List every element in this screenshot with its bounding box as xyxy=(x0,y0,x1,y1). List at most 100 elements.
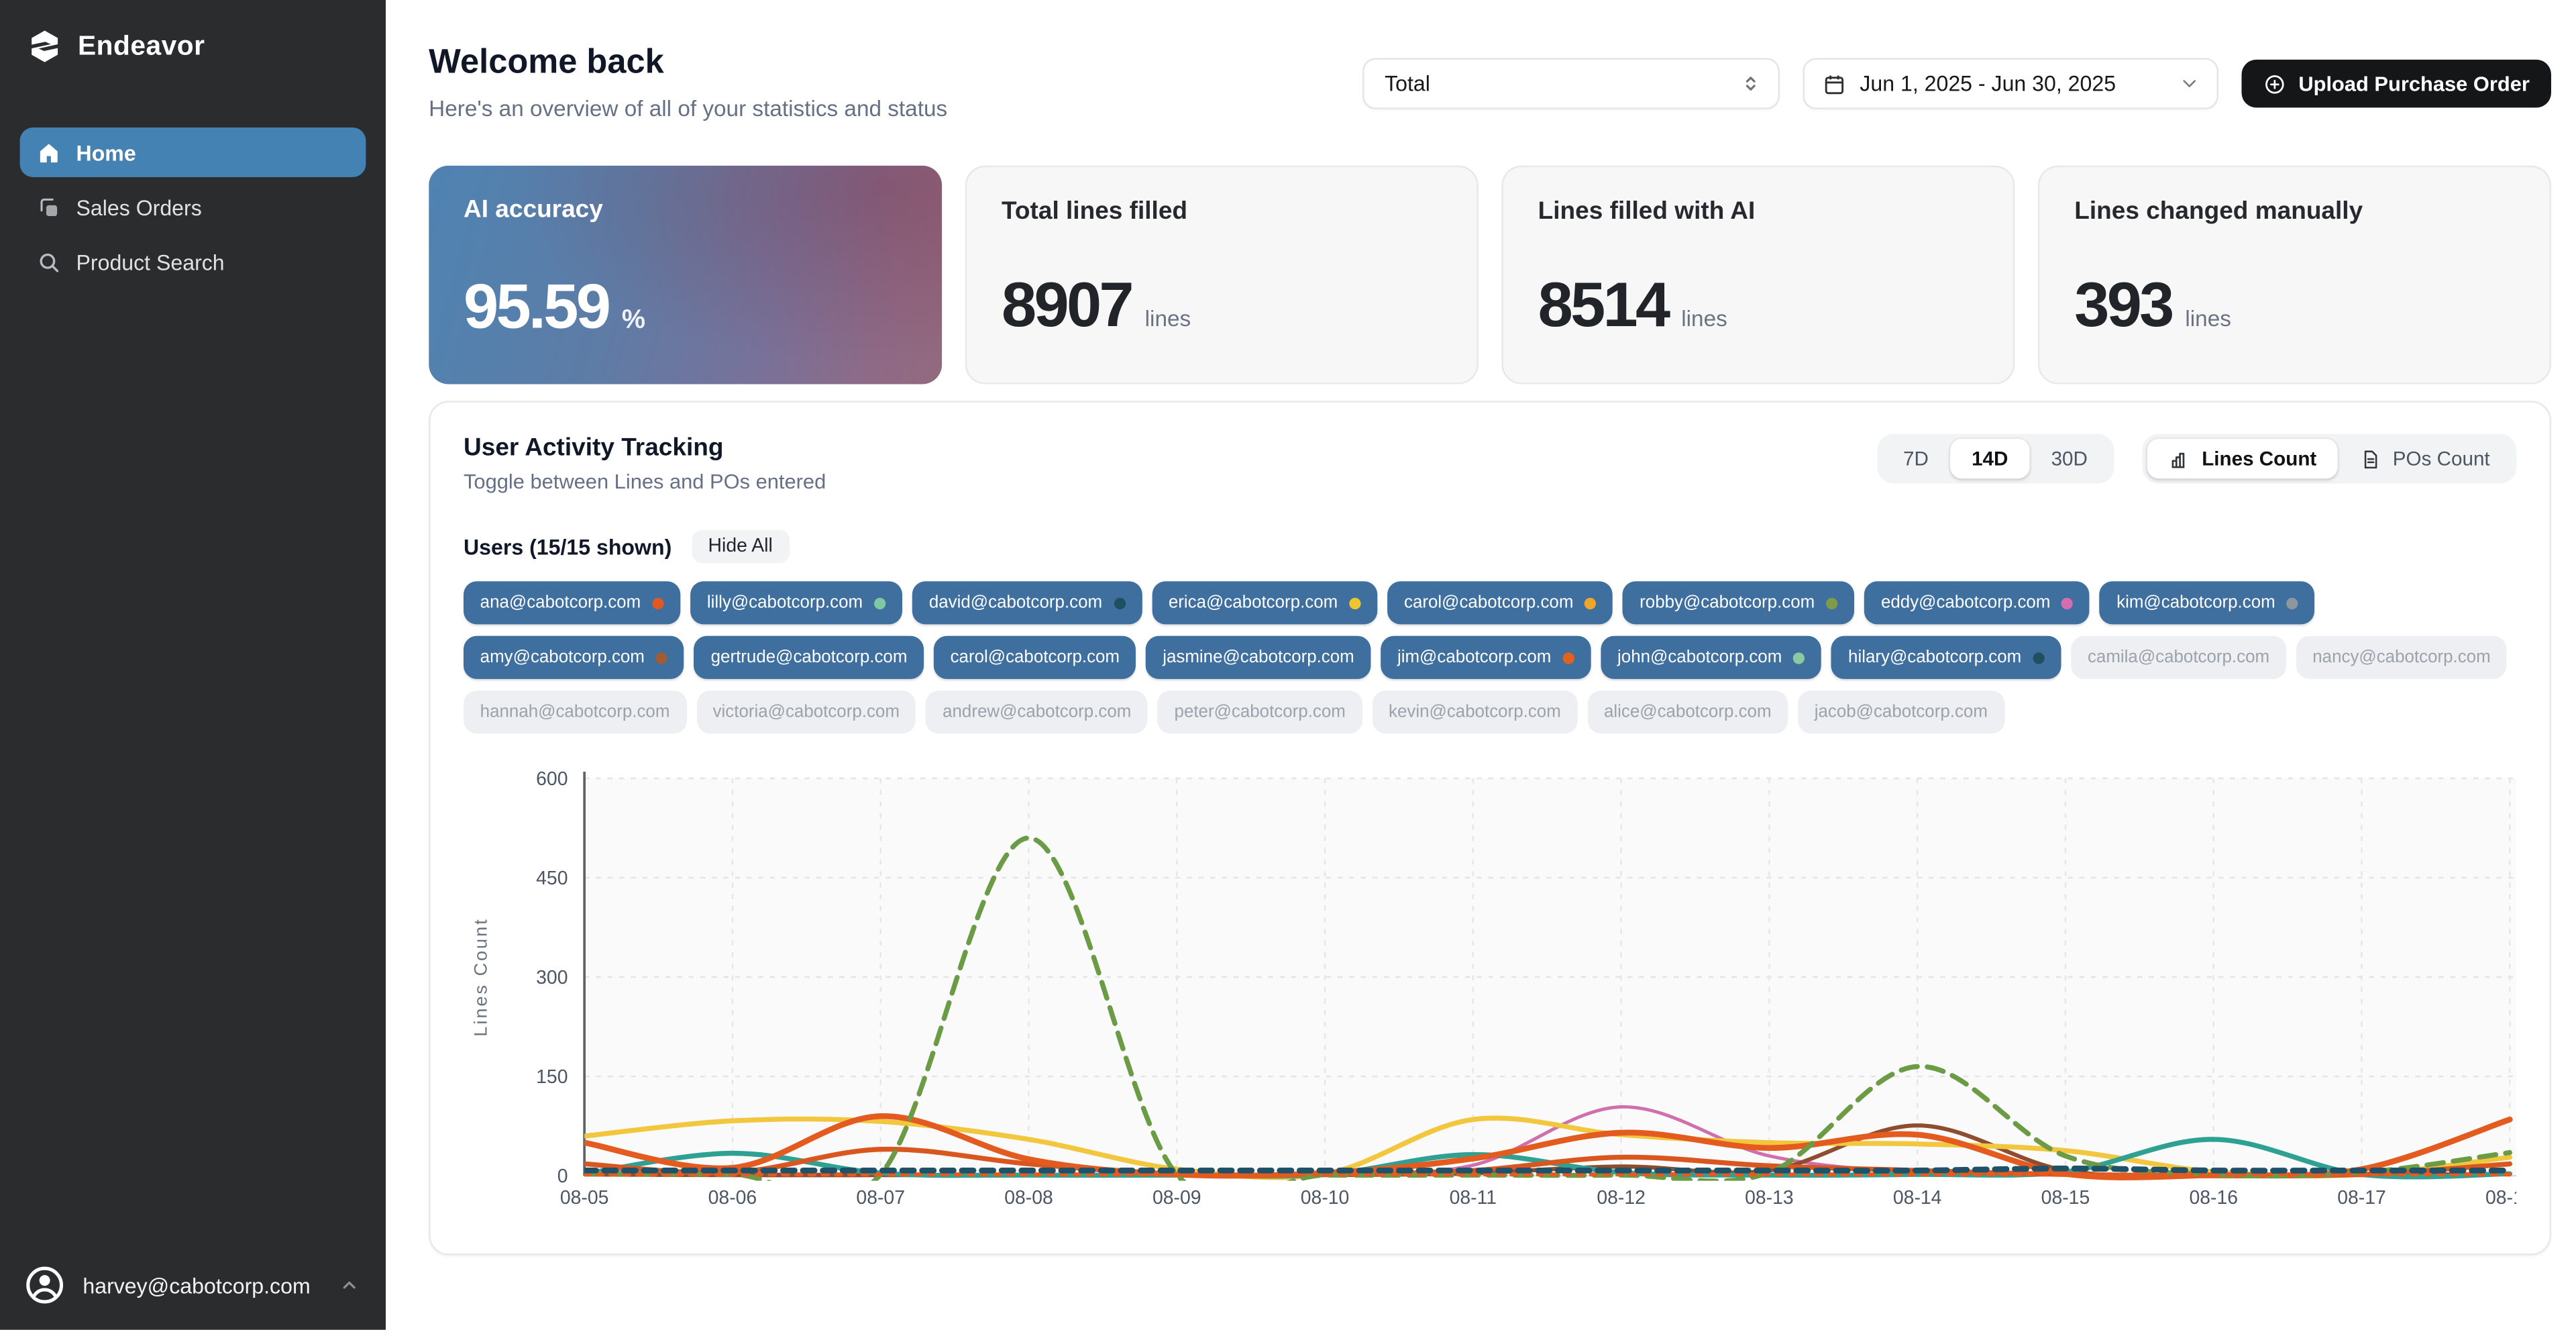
stat-label: Lines changed manually xyxy=(2074,197,2514,225)
y-axis-title: Lines Count xyxy=(470,917,491,1036)
user-chip-email: erica@cabotcorp.com xyxy=(1169,593,1338,613)
doc-icon xyxy=(2359,448,2381,470)
user-chip-email: carol@cabotcorp.com xyxy=(1404,593,1573,613)
user-chip-email: kevin@cabotcorp.com xyxy=(1389,702,1561,722)
user-chip[interactable]: hannah@cabotcorp.com xyxy=(464,690,686,733)
x-tick-label: 08-15 xyxy=(2041,1187,2090,1209)
user-chip[interactable]: eddy@cabotcorp.com xyxy=(1864,581,2090,624)
user-chip-email: robby@cabotcorp.com xyxy=(1640,593,1815,613)
y-tick-label: 300 xyxy=(536,967,568,988)
header-controls: Total Jun 1, 2025 - Jun 30, 2025 Upload xyxy=(1363,58,2551,109)
y-tick-label: 0 xyxy=(557,1166,568,1187)
user-chip[interactable]: jim@cabotcorp.com xyxy=(1381,636,1591,679)
user-chip-email: jasmine@cabotcorp.com xyxy=(1163,648,1354,668)
x-tick-label: 08-12 xyxy=(1597,1187,1646,1209)
date-range-picker[interactable]: Jun 1, 2025 - Jun 30, 2025 xyxy=(1803,58,2218,109)
user-chip[interactable]: gertrude@cabotcorp.com xyxy=(694,636,924,679)
user-chip[interactable]: carol@cabotcorp.com xyxy=(934,636,1136,679)
user-chip[interactable]: robby@cabotcorp.com xyxy=(1623,581,1854,624)
select-updown-icon xyxy=(1741,73,1762,95)
sidebar-item-product-search[interactable]: Product Search xyxy=(20,237,366,287)
x-tick-label: 08-16 xyxy=(2189,1187,2238,1209)
user-chip[interactable]: peter@cabotcorp.com xyxy=(1158,690,1362,733)
user-chip[interactable]: david@cabotcorp.com xyxy=(912,581,1142,624)
avatar-icon xyxy=(23,1264,66,1307)
user-chip[interactable]: nancy@cabotcorp.com xyxy=(2296,636,2508,679)
sidebar-item-label: Sales Orders xyxy=(76,195,202,219)
range-option-14d[interactable]: 14D xyxy=(1950,439,2029,478)
total-filter-select[interactable]: Total xyxy=(1363,58,1780,109)
upload-button-label: Upload Purchase Order xyxy=(2298,72,2530,95)
x-tick-label: 08-05 xyxy=(560,1187,609,1209)
sidebar-item-home[interactable]: Home xyxy=(20,127,366,177)
range-option-30d[interactable]: 30D xyxy=(2029,439,2108,478)
user-email: harvey@cabotcorp.com xyxy=(83,1273,310,1298)
activity-chart: 015030045060008-0508-0608-0708-0808-0908… xyxy=(464,758,2516,1219)
plus-circle-icon xyxy=(2264,72,2288,95)
x-tick-label: 08-13 xyxy=(1745,1187,1794,1209)
series-color-dot xyxy=(1794,652,1805,663)
user-activity-panel: User Activity Tracking Toggle between Li… xyxy=(429,401,2551,1255)
user-chip[interactable]: victoria@cabotcorp.com xyxy=(696,690,916,733)
chevron-down-icon xyxy=(2180,73,2201,95)
hide-all-button[interactable]: Hide All xyxy=(692,530,790,563)
sidebar-user[interactable]: harvey@cabotcorp.com xyxy=(0,1243,386,1329)
user-chip-email: carol@cabotcorp.com xyxy=(951,648,1120,668)
user-chip-email: hannah@cabotcorp.com xyxy=(480,702,670,722)
stat-unit: lines xyxy=(1145,307,1191,331)
user-chip[interactable]: john@cabotcorp.com xyxy=(1601,636,1821,679)
x-tick-label: 08-18 xyxy=(2485,1187,2516,1209)
user-chip-email: victoria@cabotcorp.com xyxy=(713,702,900,722)
user-chip[interactable]: andrew@cabotcorp.com xyxy=(926,690,1148,733)
series-color-dot xyxy=(874,597,885,609)
brand-name: Endeavor xyxy=(78,31,205,62)
user-chip[interactable]: ana@cabotcorp.com xyxy=(464,581,680,624)
user-chip[interactable]: jacob@cabotcorp.com xyxy=(1798,690,2004,733)
x-tick-label: 08-06 xyxy=(708,1187,757,1209)
user-chip-email: gertrude@cabotcorp.com xyxy=(711,648,908,668)
user-chip-email: kim@cabotcorp.com xyxy=(2116,593,2275,613)
user-chip-email: david@cabotcorp.com xyxy=(929,593,1102,613)
chevron-up-icon xyxy=(339,1275,360,1295)
x-tick-label: 08-11 xyxy=(1450,1187,1497,1209)
filter-selected-value: Total xyxy=(1385,71,1430,96)
metric-option-lines-count[interactable]: Lines Count xyxy=(2147,439,2339,478)
chart-series-navy-dashed-line xyxy=(584,1168,2510,1170)
user-chip[interactable]: kim@cabotcorp.com xyxy=(2100,581,2314,624)
user-chip[interactable]: jasmine@cabotcorp.com xyxy=(1146,636,1371,679)
user-chip[interactable]: camila@cabotcorp.com xyxy=(2071,636,2286,679)
user-chip[interactable]: carol@cabotcorp.com xyxy=(1387,581,1613,624)
user-chip[interactable]: erica@cabotcorp.com xyxy=(1152,581,1377,624)
metric-toggle-group: Lines CountPOs Count xyxy=(2142,434,2516,484)
user-chip-email: john@cabotcorp.com xyxy=(1617,648,1782,668)
stat-unit: lines xyxy=(2185,307,2231,331)
date-range-value: Jun 1, 2025 - Jun 30, 2025 xyxy=(1860,71,2116,96)
user-chip[interactable]: kevin@cabotcorp.com xyxy=(1372,690,1577,733)
calendar-icon xyxy=(1823,72,1847,95)
user-chip-email: amy@cabotcorp.com xyxy=(480,648,645,668)
x-tick-label: 08-14 xyxy=(1893,1187,1942,1209)
upload-purchase-order-button[interactable]: Upload Purchase Order xyxy=(2242,60,2551,108)
stat-value: 95.59 xyxy=(464,273,608,344)
x-tick-label: 08-07 xyxy=(856,1187,905,1209)
range-option-7d[interactable]: 7D xyxy=(1882,439,1950,478)
endeavor-logo-icon xyxy=(26,28,62,64)
sidebar-item-sales-orders[interactable]: Sales Orders xyxy=(20,182,366,232)
series-color-dot xyxy=(2033,652,2045,663)
copy-icon xyxy=(36,195,61,219)
stat-label: AI accuracy xyxy=(464,195,907,223)
series-color-dot xyxy=(1114,597,1125,609)
user-chip[interactable]: lilly@cabotcorp.com xyxy=(690,581,902,624)
stat-label: Lines filled with AI xyxy=(1538,197,1978,225)
search-icon xyxy=(36,249,61,274)
user-chip[interactable]: hilary@cabotcorp.com xyxy=(1831,636,2061,679)
chart-wrap: 015030045060008-0508-0608-0708-0808-0908… xyxy=(464,758,2516,1227)
users-count-label: Users (15/15 shown) xyxy=(464,534,672,559)
stat-unit: lines xyxy=(1681,307,1727,331)
app-window: Endeavor HomeSales OrdersProduct Search … xyxy=(0,0,2576,1330)
metric-option-pos-count[interactable]: POs Count xyxy=(2338,439,2511,478)
series-color-dot xyxy=(2287,597,2298,609)
user-chip[interactable]: alice@cabotcorp.com xyxy=(1587,690,1788,733)
user-chips: ana@cabotcorp.comlilly@cabotcorp.com davi… xyxy=(464,581,2516,733)
user-chip[interactable]: amy@cabotcorp.com xyxy=(464,636,684,679)
